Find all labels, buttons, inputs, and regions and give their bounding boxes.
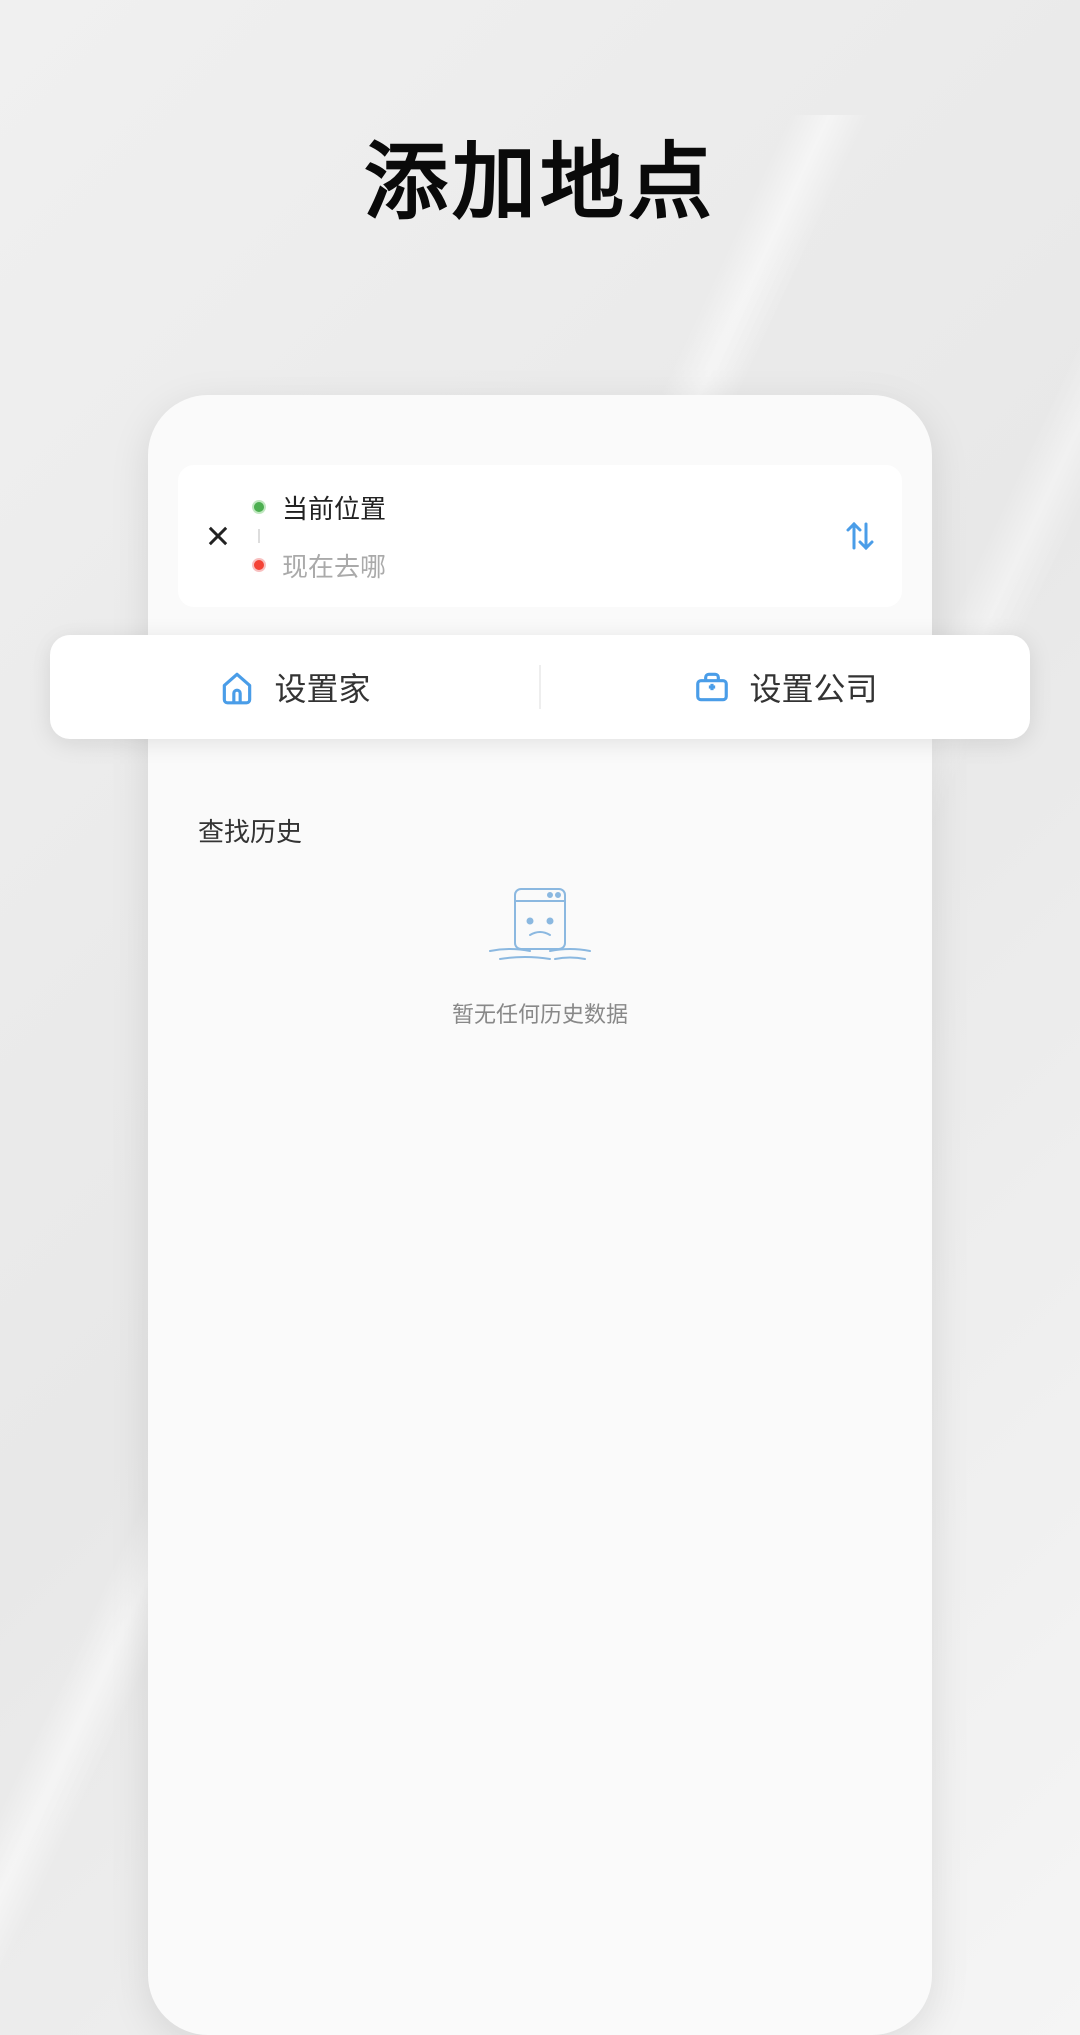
empty-history-text: 暂无任何历史数据	[452, 997, 628, 1029]
origin-dot-icon	[252, 500, 266, 514]
set-company-label: 设置公司	[749, 664, 877, 710]
set-company-button[interactable]: 设置公司	[541, 635, 1030, 739]
swap-button[interactable]	[838, 518, 882, 554]
connector-line	[258, 529, 260, 543]
close-icon	[204, 522, 232, 550]
briefcase-icon	[693, 668, 731, 706]
history-section: 查找历史 暂无任何历史数据	[178, 812, 902, 1029]
swap-icon	[842, 518, 878, 554]
destination-input[interactable]: 现在去哪	[252, 543, 838, 587]
home-icon	[218, 668, 256, 706]
empty-state: 暂无任何历史数据	[188, 879, 892, 1029]
origin-input[interactable]: 当前位置	[252, 485, 838, 529]
set-home-label: 设置家	[274, 664, 370, 710]
page-title: 添加地点	[0, 115, 1080, 236]
destination-placeholder: 现在去哪	[282, 547, 386, 584]
origin-value: 当前位置	[282, 489, 386, 526]
shortcut-card: 设置家 设置公司	[50, 635, 1030, 739]
set-home-button[interactable]: 设置家	[50, 635, 539, 739]
destination-dot-icon	[252, 558, 266, 572]
search-card: 当前位置 现在去哪	[178, 465, 902, 607]
location-inputs: 当前位置 现在去哪	[252, 485, 838, 587]
close-button[interactable]	[198, 516, 238, 556]
empty-history-icon	[460, 879, 620, 979]
history-title: 查找历史	[198, 812, 892, 849]
